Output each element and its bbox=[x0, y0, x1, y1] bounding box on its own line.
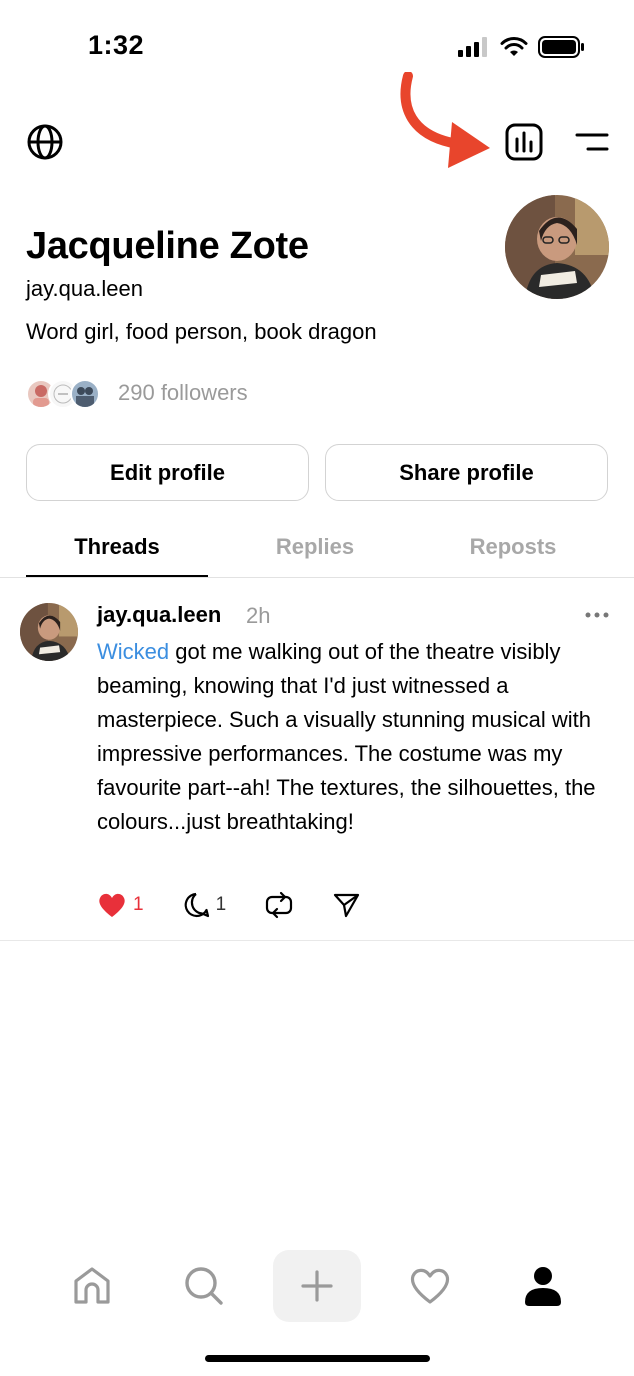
profile-name: Jacqueline Zote bbox=[26, 225, 309, 267]
wifi-icon bbox=[500, 37, 528, 56]
followers-count: 290 followers bbox=[118, 380, 248, 405]
send-icon bbox=[334, 893, 360, 918]
post-actions: 1 1 bbox=[97, 890, 398, 920]
profile-icon bbox=[525, 1267, 561, 1306]
profile-avatar[interactable] bbox=[505, 195, 609, 299]
bottom-nav bbox=[0, 1250, 634, 1322]
post-timestamp: 2h bbox=[246, 603, 271, 628]
red-arrow-icon bbox=[400, 72, 490, 168]
tab-threads[interactable]: Threads bbox=[26, 534, 208, 560]
heart-icon bbox=[410, 1268, 450, 1304]
profile-tabs: Threads Replies Reposts bbox=[0, 520, 634, 578]
reply-count: 1 bbox=[215, 894, 227, 915]
edit-profile-button[interactable]: Edit profile bbox=[26, 444, 309, 501]
cellular-signal-icon bbox=[458, 37, 487, 57]
status-bar: 1:32 bbox=[0, 0, 634, 90]
menu-icon[interactable] bbox=[574, 129, 610, 155]
repost-button[interactable] bbox=[264, 891, 294, 919]
status-time: 1:32 bbox=[88, 30, 145, 60]
plus-icon bbox=[301, 1270, 333, 1302]
followers-row[interactable]: 290 followers bbox=[26, 375, 248, 411]
profile-bio: Word girl, food person, book dragon bbox=[26, 319, 377, 344]
comment-icon bbox=[184, 892, 209, 918]
share-button[interactable] bbox=[332, 891, 360, 919]
active-tab-indicator bbox=[26, 575, 208, 577]
tab-reposts[interactable]: Reposts bbox=[422, 534, 604, 560]
post-author[interactable]: jay.qua.leen bbox=[97, 602, 221, 628]
like-count: 1 bbox=[133, 894, 144, 915]
globe-icon[interactable] bbox=[26, 123, 64, 161]
nav-search[interactable] bbox=[168, 1250, 240, 1322]
tab-replies[interactable]: Replies bbox=[224, 534, 406, 560]
status-icons bbox=[458, 36, 586, 58]
nav-activity[interactable] bbox=[394, 1250, 466, 1322]
repost-icon bbox=[266, 891, 293, 919]
heart-filled-icon bbox=[99, 893, 125, 917]
search-icon bbox=[185, 1267, 223, 1305]
post-body-text: got me walking out of the theatre visibl… bbox=[97, 639, 596, 834]
more-options-icon[interactable] bbox=[583, 604, 611, 626]
home-indicator[interactable] bbox=[205, 1355, 430, 1362]
nav-profile[interactable] bbox=[507, 1250, 579, 1322]
battery-icon bbox=[538, 36, 584, 58]
post-author-avatar[interactable] bbox=[20, 603, 78, 661]
bar-chart-icon[interactable] bbox=[505, 123, 543, 161]
post-link[interactable]: Wicked bbox=[97, 639, 169, 664]
thread-post[interactable]: jay.qua.leen 2h Wicked got me walking ou… bbox=[0, 578, 634, 941]
top-bar bbox=[0, 115, 634, 171]
reply-button[interactable]: 1 bbox=[182, 891, 227, 919]
home-icon bbox=[74, 1267, 110, 1304]
share-profile-button[interactable]: Share profile bbox=[325, 444, 608, 501]
follower-avatars bbox=[26, 377, 104, 409]
profile-handle: jay.qua.leen bbox=[26, 276, 144, 301]
like-button[interactable]: 1 bbox=[97, 891, 144, 919]
follower-avatar bbox=[70, 379, 100, 409]
post-text: Wicked got me walking out of the theatre… bbox=[97, 635, 617, 839]
nav-home[interactable] bbox=[56, 1250, 128, 1322]
nav-create[interactable] bbox=[273, 1250, 361, 1322]
